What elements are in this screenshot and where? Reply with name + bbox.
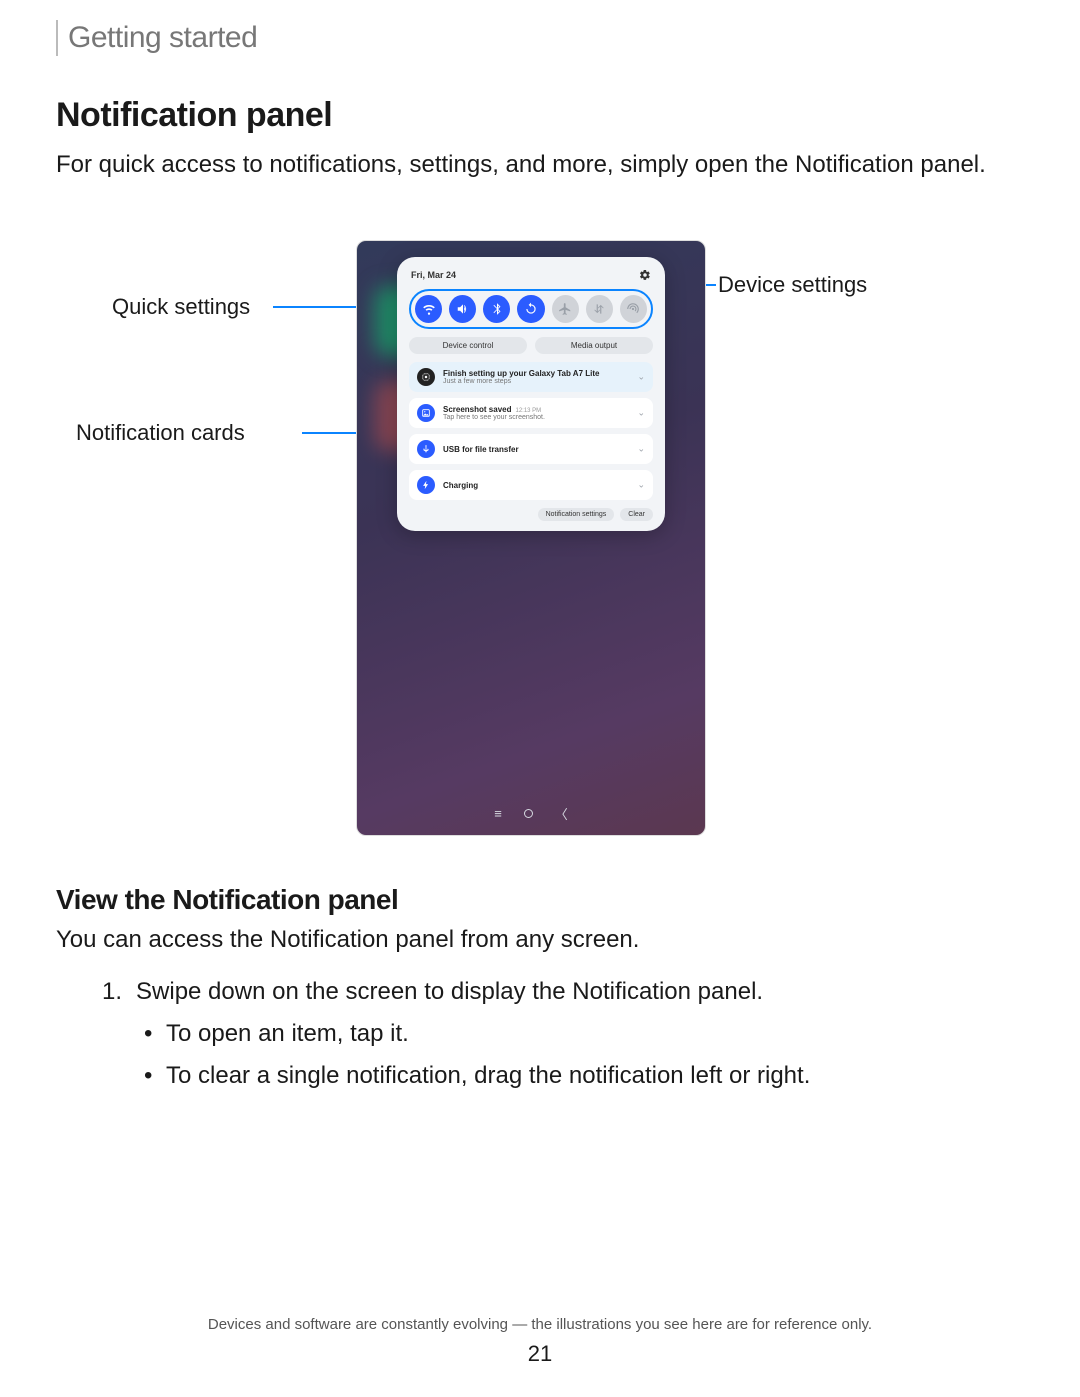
- chevron-down-icon[interactable]: ⌄: [637, 480, 645, 491]
- step-number: 1.: [102, 978, 122, 1006]
- notification-title: Finish setting up your Galaxy Tab A7 Lit…: [443, 369, 599, 378]
- notification-card[interactable]: USB for file transfer ⌄: [409, 434, 653, 464]
- volume-icon[interactable]: [449, 295, 476, 323]
- android-navbar: ≡ 〈: [357, 804, 705, 823]
- wifi-icon[interactable]: [415, 295, 442, 323]
- footer-note: Devices and software are constantly evol…: [0, 1316, 1080, 1333]
- callout-device-settings: Device settings: [718, 272, 867, 298]
- airplane-icon[interactable]: [552, 295, 579, 323]
- page-title: Notification panel: [56, 96, 1024, 135]
- shade-date: Fri, Mar 24: [411, 270, 456, 280]
- bluetooth-icon[interactable]: [483, 295, 510, 323]
- bullet-item: To open an item, tap it.: [144, 1020, 1024, 1048]
- chevron-down-icon[interactable]: ⌄: [637, 444, 645, 455]
- callout-notification-cards: Notification cards: [76, 420, 245, 446]
- gear-icon: [417, 368, 435, 386]
- notification-list: Finish setting up your Galaxy Tab A7 Lit…: [409, 362, 653, 500]
- segment-row: Device control Media output: [409, 337, 653, 354]
- page-number: 21: [0, 1341, 1080, 1367]
- diagram: Quick settings Notification cards Device…: [56, 240, 1024, 860]
- notification-shade: Fri, Mar 24 Device control Media output: [397, 257, 665, 531]
- notification-title: USB for file transfer: [443, 445, 519, 454]
- bolt-icon: [417, 476, 435, 494]
- home-icon[interactable]: [524, 809, 533, 818]
- notification-title: Screenshot saved12:13 PM: [443, 405, 545, 414]
- gear-icon[interactable]: [639, 269, 651, 281]
- quick-settings-row: [409, 289, 653, 329]
- chevron-down-icon[interactable]: ⌄: [637, 372, 645, 383]
- clear-button[interactable]: Clear: [620, 508, 653, 521]
- device-control-button[interactable]: Device control: [409, 337, 527, 354]
- rotate-icon[interactable]: [517, 295, 544, 323]
- notification-card[interactable]: Finish setting up your Galaxy Tab A7 Lit…: [409, 362, 653, 392]
- step-text: Swipe down on the screen to display the …: [136, 978, 763, 1006]
- bullet-item: To clear a single notification, drag the…: [144, 1062, 1024, 1090]
- media-output-button[interactable]: Media output: [535, 337, 653, 354]
- data-icon[interactable]: [586, 295, 613, 323]
- section-heading: View the Notification panel: [56, 884, 1024, 916]
- breadcrumb: Getting started: [56, 20, 1024, 56]
- section-lead: You can access the Notification panel fr…: [56, 926, 1024, 954]
- back-icon[interactable]: 〈: [555, 804, 568, 823]
- notification-card[interactable]: Charging ⌄: [409, 470, 653, 500]
- device-frame: Fri, Mar 24 Device control Media output: [356, 240, 706, 836]
- callout-quick-settings: Quick settings: [112, 294, 250, 320]
- breadcrumb-label: Getting started: [68, 21, 257, 55]
- notification-card[interactable]: Screenshot saved12:13 PM Tap here to see…: [409, 398, 653, 428]
- notification-subtitle: Tap here to see your screenshot.: [443, 414, 545, 421]
- notification-subtitle: Just a few more steps: [443, 378, 599, 385]
- hotspot-icon[interactable]: [620, 295, 647, 323]
- recents-icon[interactable]: ≡: [494, 806, 502, 821]
- chevron-down-icon[interactable]: ⌄: [637, 408, 645, 419]
- ordered-list: 1. Swipe down on the screen to display t…: [56, 978, 1024, 1090]
- image-icon: [417, 404, 435, 422]
- notification-settings-button[interactable]: Notification settings: [538, 508, 615, 521]
- notification-title: Charging: [443, 481, 478, 490]
- intro-text: For quick access to notifications, setti…: [56, 149, 1024, 180]
- usb-icon: [417, 440, 435, 458]
- breadcrumb-divider: [56, 20, 58, 56]
